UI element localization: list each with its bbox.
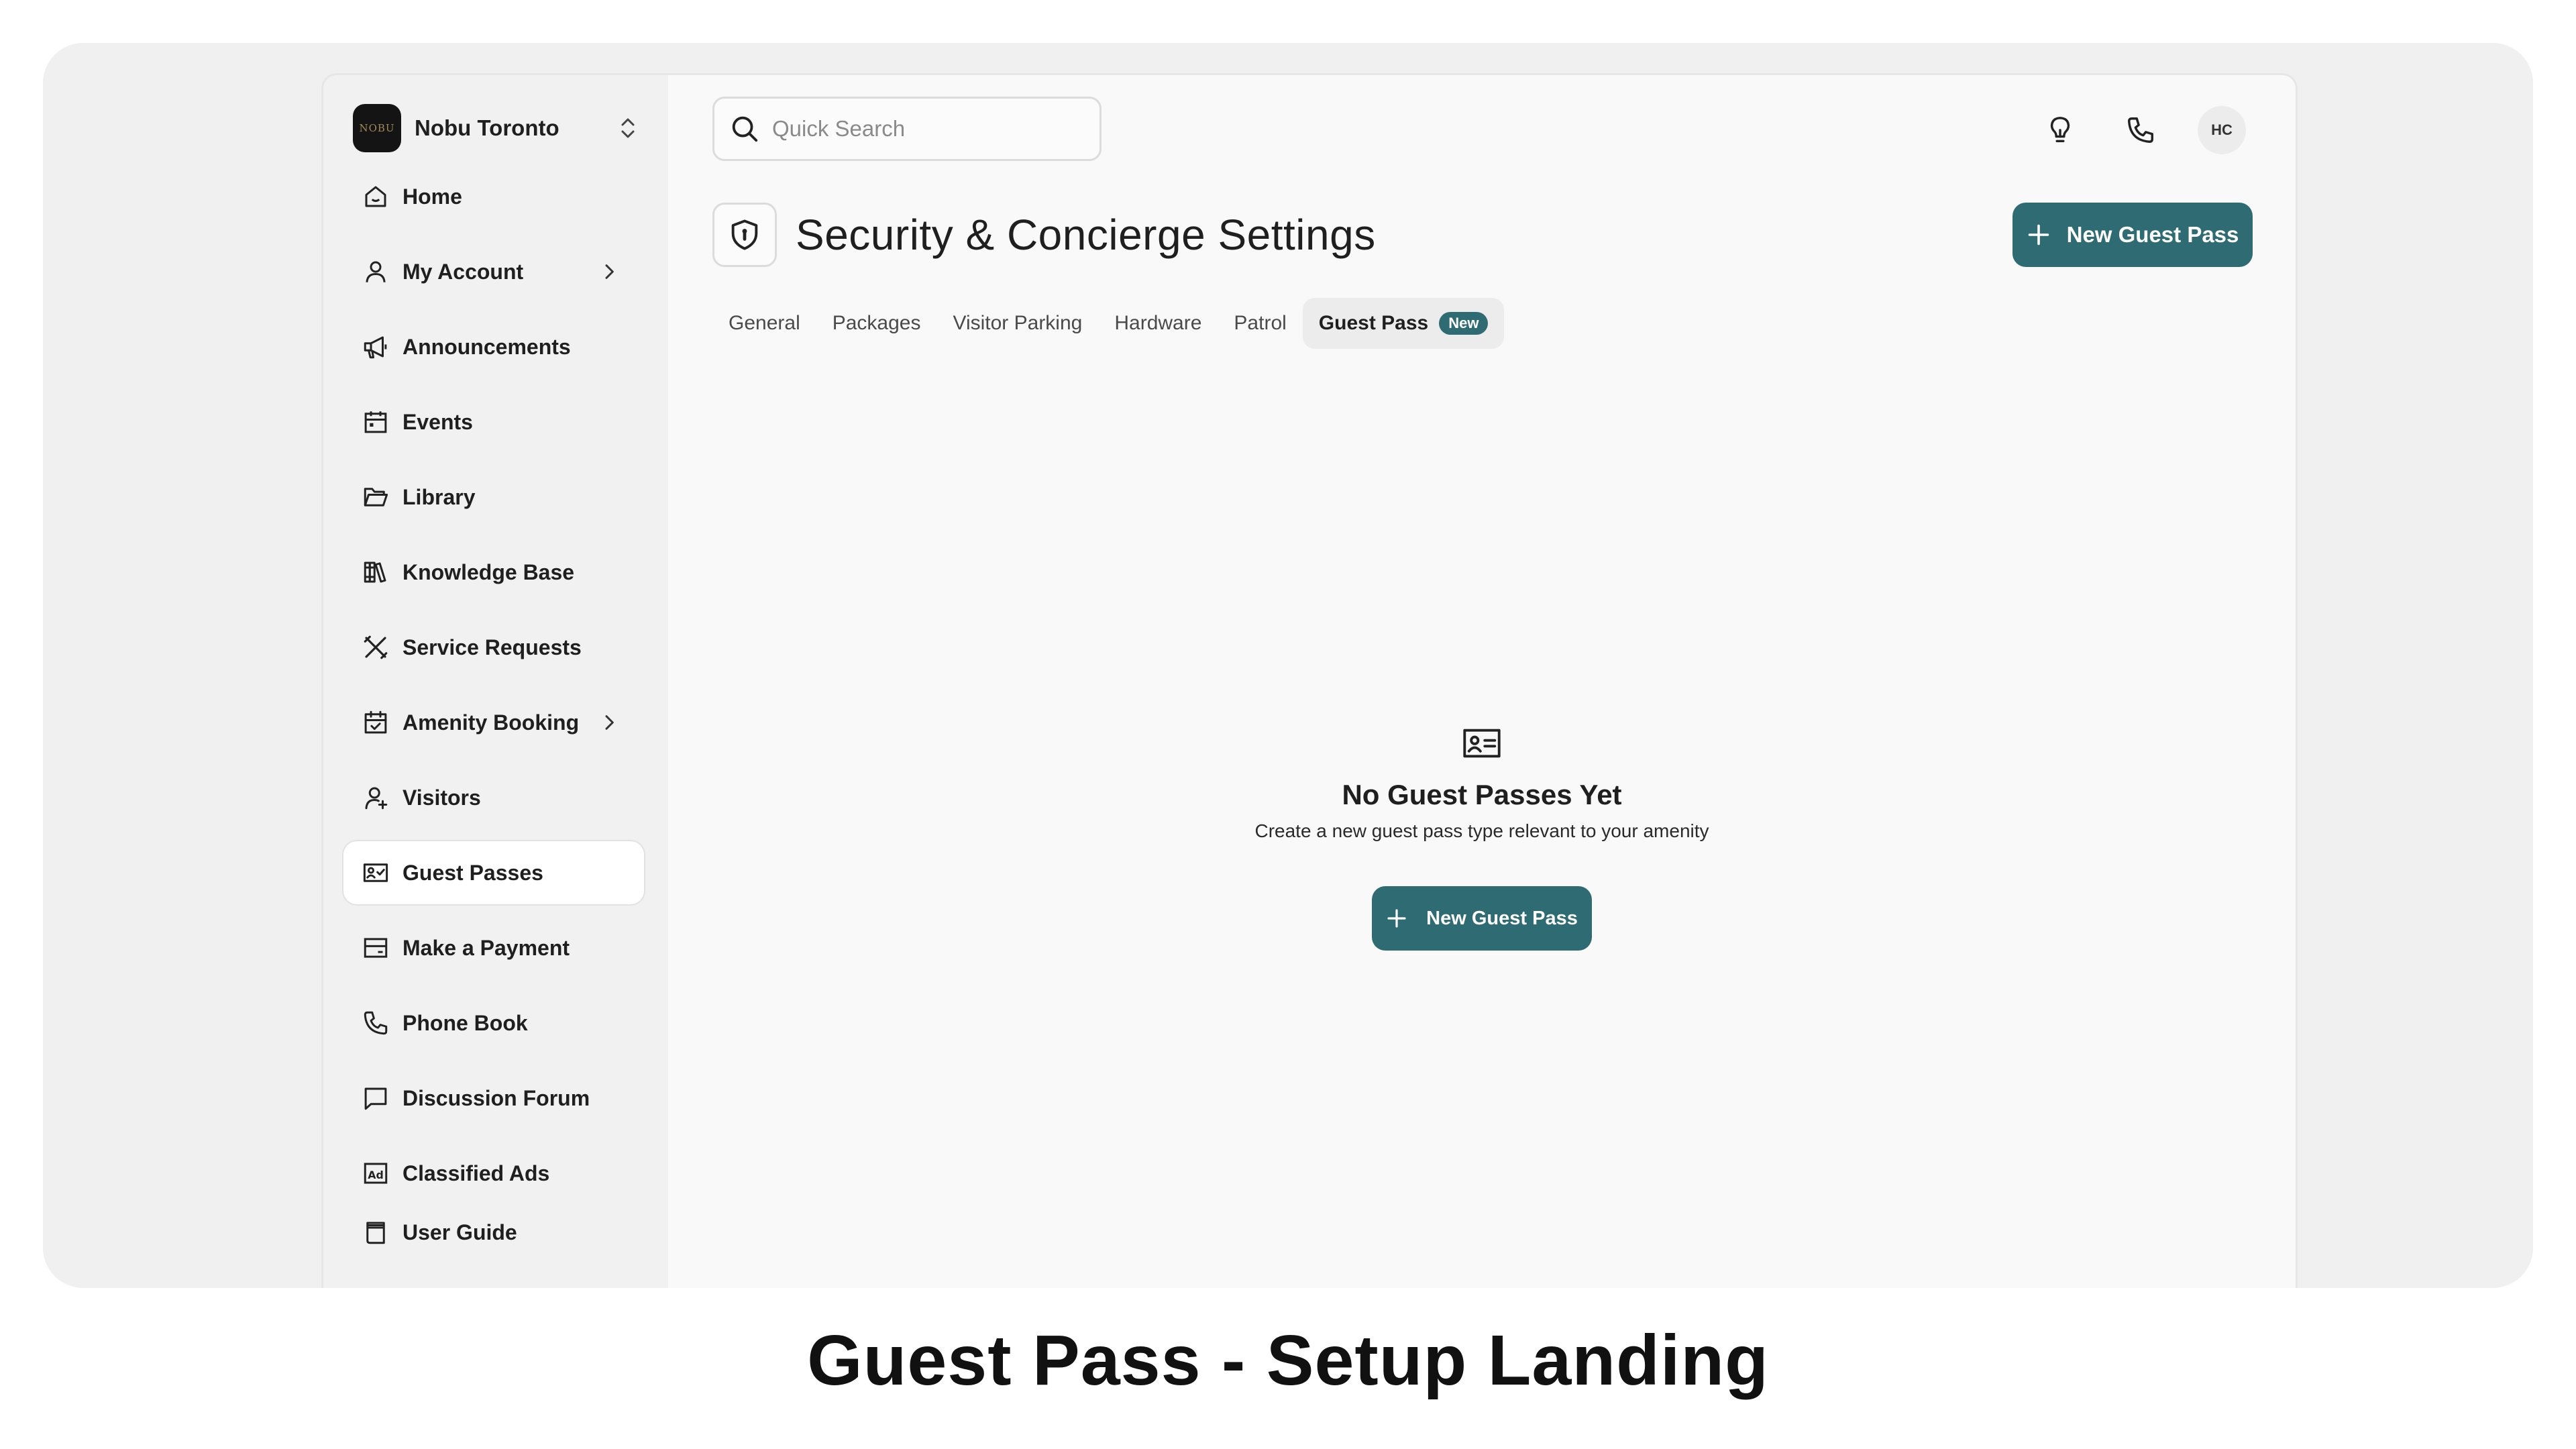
sidebar-item-label: My Account bbox=[402, 259, 524, 284]
plus-icon bbox=[1387, 909, 1406, 928]
lightbulb-icon[interactable] bbox=[2037, 107, 2084, 154]
app-window: NOBU Nobu Toronto Home My Account Announ… bbox=[323, 75, 2296, 1288]
tab-general[interactable]: General bbox=[712, 298, 816, 349]
folder-icon bbox=[361, 482, 390, 512]
new-guest-pass-button[interactable]: New Guest Pass bbox=[1372, 886, 1592, 951]
sidebar-item-user-guide[interactable]: User Guide bbox=[343, 1201, 644, 1264]
sidebar-item-phone-book[interactable]: Phone Book bbox=[343, 991, 644, 1055]
user-icon bbox=[361, 257, 390, 286]
empty-state-subtitle: Create a new guest pass type relevant to… bbox=[1254, 820, 1709, 841]
page-title: Security & Concierge Settings bbox=[796, 211, 1376, 259]
chevron-right-icon bbox=[605, 264, 614, 279]
button-label: New Guest Pass bbox=[2066, 222, 2239, 247]
search-icon bbox=[732, 116, 758, 142]
tab-hardware[interactable]: Hardware bbox=[1098, 298, 1218, 349]
sidebar-item-home[interactable]: Home bbox=[343, 165, 644, 228]
search-input[interactable] bbox=[772, 116, 1067, 142]
tab-label: Visitor Parking bbox=[953, 312, 1083, 334]
slide-caption: Guest Pass - Setup Landing bbox=[807, 1321, 1769, 1400]
chat-bubble-icon bbox=[361, 1083, 390, 1113]
sidebar-item-service-requests[interactable]: Service Requests bbox=[343, 616, 644, 679]
org-logo: NOBU bbox=[353, 104, 401, 152]
new-badge: New bbox=[1439, 312, 1489, 335]
id-card-icon bbox=[361, 858, 390, 888]
empty-state: No Guest Passes Yet Create a new guest p… bbox=[668, 726, 2296, 951]
presentation-frame: NOBU Nobu Toronto Home My Account Announ… bbox=[43, 43, 2533, 1288]
plus-icon bbox=[2028, 224, 2049, 246]
sidebar-item-label: Phone Book bbox=[402, 1010, 528, 1035]
calendar-check-icon bbox=[361, 708, 390, 737]
org-name: Nobu Toronto bbox=[415, 115, 559, 140]
phone-icon[interactable] bbox=[2117, 107, 2164, 154]
sidebar-item-events[interactable]: Events bbox=[343, 390, 644, 453]
sidebar-item-label: Amenity Booking bbox=[402, 710, 580, 735]
sidebar-item-label: Visitors bbox=[402, 785, 481, 810]
sidebar: NOBU Nobu Toronto Home My Account Announ… bbox=[323, 75, 668, 1288]
tab-visitor-parking[interactable]: Visitor Parking bbox=[936, 298, 1098, 349]
sidebar-item-announcements[interactable]: Announcements bbox=[343, 315, 644, 378]
sidebar-item-label: User Guide bbox=[402, 1220, 517, 1244]
sidebar-item-classified-ads[interactable]: Ad Classified Ads bbox=[343, 1142, 644, 1205]
tab-label: Packages bbox=[832, 312, 921, 334]
sidebar-item-visitors[interactable]: Visitors bbox=[343, 766, 644, 829]
svg-text:Ad: Ad bbox=[368, 1169, 383, 1181]
org-logo-text: NOBU bbox=[359, 122, 395, 134]
sidebar-item-my-account[interactable]: My Account bbox=[343, 240, 644, 303]
empty-state-title: No Guest Passes Yet bbox=[1342, 779, 1622, 810]
sidebar-item-label: Make a Payment bbox=[402, 935, 570, 960]
settings-tabs: General Packages Visitor Parking Hardwar… bbox=[712, 298, 1505, 349]
chevron-up-down-icon[interactable] bbox=[614, 112, 641, 144]
shield-icon bbox=[712, 203, 777, 267]
sidebar-item-make-a-payment[interactable]: Make a Payment bbox=[343, 916, 644, 979]
sidebar-item-label: Knowledge Base bbox=[402, 559, 575, 584]
tab-label: General bbox=[729, 312, 800, 334]
ad-icon: Ad bbox=[361, 1159, 390, 1188]
tools-icon bbox=[361, 633, 390, 662]
main-content: HC Security & Concierge Settings New Gue… bbox=[668, 75, 2296, 1288]
sidebar-item-guest-passes[interactable]: Guest Passes bbox=[343, 841, 644, 904]
tab-label: Patrol bbox=[1234, 312, 1287, 334]
sidebar-item-knowledge-base[interactable]: Knowledge Base bbox=[343, 541, 644, 604]
chevron-right-icon bbox=[605, 715, 614, 730]
sidebar-item-label: Discussion Forum bbox=[402, 1085, 590, 1110]
credit-card-icon bbox=[361, 933, 390, 963]
sidebar-item-label: Library bbox=[402, 484, 476, 509]
sidebar-item-amenity-booking[interactable]: Amenity Booking bbox=[343, 691, 644, 754]
sidebar-item-label: Classified Ads bbox=[402, 1161, 550, 1185]
sidebar-item-label: Guest Passes bbox=[402, 860, 543, 885]
books-icon bbox=[361, 557, 390, 587]
tab-label: Guest Pass bbox=[1318, 312, 1429, 334]
sidebar-item-label: Announcements bbox=[402, 334, 571, 359]
sidebar-item-library[interactable]: Library bbox=[343, 466, 644, 529]
new-guest-pass-button[interactable]: New Guest Pass bbox=[2012, 203, 2253, 267]
sidebar-item-label: Events bbox=[402, 409, 473, 434]
org-switcher[interactable]: NOBU Nobu Toronto bbox=[353, 103, 641, 153]
quick-search[interactable] bbox=[712, 97, 1102, 161]
header-actions: HC bbox=[2003, 106, 2246, 154]
user-plus-icon bbox=[361, 783, 390, 812]
id-card-icon bbox=[1462, 726, 1502, 764]
button-label: New Guest Pass bbox=[1426, 907, 1578, 929]
tab-patrol[interactable]: Patrol bbox=[1218, 298, 1302, 349]
sidebar-item-label: Home bbox=[402, 184, 462, 209]
tab-guest-pass[interactable]: Guest Pass New bbox=[1302, 298, 1505, 349]
sidebar-item-label: Service Requests bbox=[402, 635, 582, 659]
megaphone-icon bbox=[361, 332, 390, 362]
avatar[interactable]: HC bbox=[2198, 106, 2246, 154]
tab-label: Hardware bbox=[1114, 312, 1202, 334]
sidebar-item-discussion-forum[interactable]: Discussion Forum bbox=[343, 1067, 644, 1130]
tab-packages[interactable]: Packages bbox=[816, 298, 937, 349]
page-header: Security & Concierge Settings bbox=[712, 203, 1376, 267]
phone-icon bbox=[361, 1008, 390, 1038]
book-icon bbox=[361, 1218, 390, 1247]
home-icon bbox=[361, 182, 390, 211]
calendar-icon bbox=[361, 407, 390, 437]
